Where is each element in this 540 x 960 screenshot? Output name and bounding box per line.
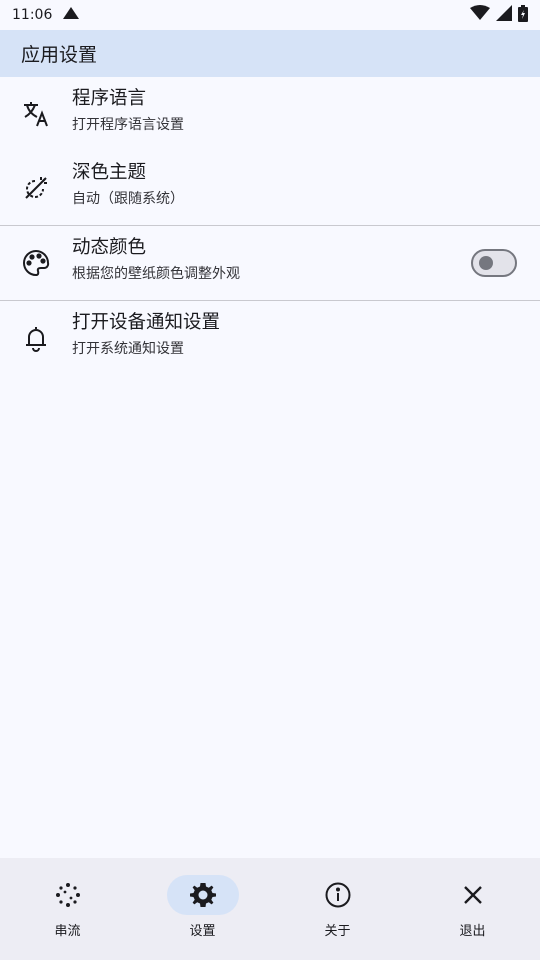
setting-language[interactable]: 程序语言 打开程序语言设置 [0,77,540,151]
wifi-icon [470,5,490,25]
nav-label: 串流 [54,924,81,939]
nav-settings[interactable]: 设置 [135,858,270,960]
close-icon [437,875,509,915]
signal-icon [496,5,512,25]
nav-about[interactable]: 关于 [270,858,405,960]
toggle-knob [479,256,493,270]
nav-label: 退出 [459,924,486,939]
setting-notifications[interactable]: 打开设备通知设置 打开系统通知设置 [0,301,540,375]
page-title: 应用设置 [21,44,98,66]
notification-triangle-icon [62,6,80,24]
gear-icon [166,875,239,915]
palette-icon [20,247,52,279]
bottom-navigation: 串流 设置 关于 退出 [0,858,540,960]
setting-title: 程序语言 [72,88,147,109]
dynamic-color-toggle[interactable] [471,249,517,277]
status-bar: 11:06 [0,0,540,30]
setting-title: 打开设备通知设置 [72,312,221,333]
dark-theme-icon [20,172,52,204]
setting-title: 动态颜色 [72,237,147,258]
setting-subtitle: 自动（跟随系统） [72,191,184,207]
settings-list: 程序语言 打开程序语言设置 深色主题 自动（跟随系统） 动态颜色 根据您的壁纸颜… [0,77,540,375]
setting-dark-theme[interactable]: 深色主题 自动（跟随系统） [0,151,540,225]
info-icon [302,875,374,915]
app-bar: 应用设置 [0,30,540,77]
nav-label: 设置 [189,924,216,939]
setting-subtitle: 打开系统通知设置 [72,341,184,357]
setting-subtitle: 根据您的壁纸颜色调整外观 [72,266,240,282]
setting-subtitle: 打开程序语言设置 [72,117,184,133]
setting-title: 深色主题 [72,162,147,183]
nav-exit[interactable]: 退出 [405,858,540,960]
status-time: 11:06 [12,7,53,23]
setting-dynamic-color[interactable]: 动态颜色 根据您的壁纸颜色调整外观 [0,226,540,300]
nav-label: 关于 [324,924,351,939]
stream-icon [32,875,104,915]
battery-icon [518,4,528,26]
nav-stream[interactable]: 串流 [0,858,135,960]
bell-icon [20,322,52,354]
translate-icon [20,98,52,130]
